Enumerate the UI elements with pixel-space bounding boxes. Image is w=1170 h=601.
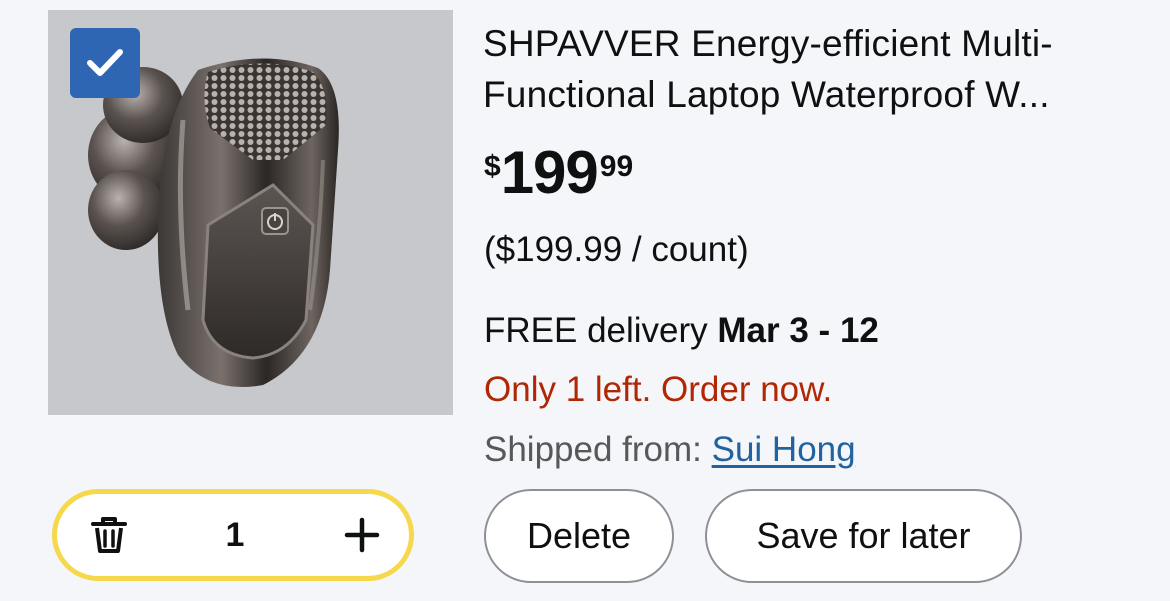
quantity-value: 1 — [225, 515, 245, 554]
price-fraction: 99 — [599, 150, 634, 183]
trash-icon[interactable] — [89, 515, 129, 555]
cart-item: SHPAVVER Energy-efficient Multi-Function… — [0, 0, 1170, 601]
unit-price: ($199.99 / count) — [484, 230, 749, 269]
shipped-from: Shipped from: Sui Hong — [484, 428, 856, 472]
checkmark-icon — [87, 49, 123, 76]
delivery-prefix: FREE delivery — [484, 311, 718, 350]
stock-warning: Only 1 left. Order now. — [484, 370, 833, 409]
delivery-dates: Mar 3 - 12 — [717, 311, 879, 350]
shipped-from-label: Shipped from: — [484, 430, 712, 469]
plus-icon[interactable] — [341, 514, 383, 556]
product-title[interactable]: SHPAVVER Energy-efficient Multi-Function… — [483, 18, 1143, 120]
delete-button[interactable]: Delete — [484, 489, 674, 583]
price-currency-symbol: $ — [484, 150, 501, 183]
product-price: $ 199 99 — [484, 138, 633, 208]
quantity-stepper: 1 — [52, 489, 414, 581]
delivery-info: FREE delivery Mar 3 - 12 — [484, 309, 879, 353]
item-select-checkbox[interactable] — [70, 28, 140, 98]
seller-link[interactable]: Sui Hong — [712, 430, 856, 469]
save-for-later-button[interactable]: Save for later — [705, 489, 1022, 583]
price-whole: 199 — [500, 139, 599, 206]
